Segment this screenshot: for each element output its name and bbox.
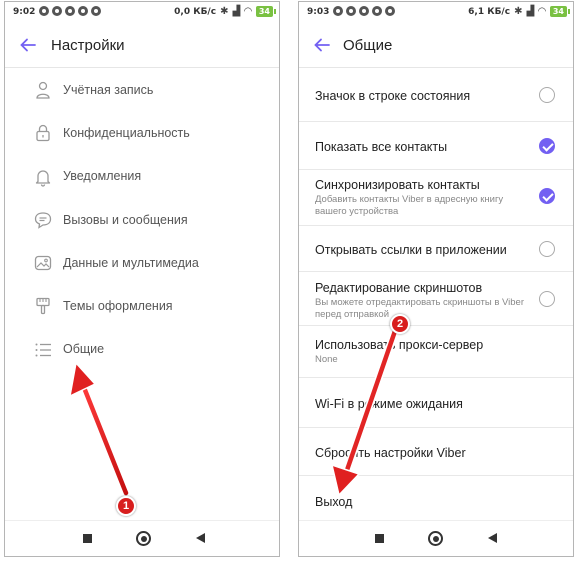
back-arrow-icon[interactable]	[19, 36, 37, 54]
general-settings-screen: 9:03 6,1 КБ/с ✱ ▟ ◠ 34 Общие Значок в ст…	[298, 1, 574, 557]
notification-icon	[346, 6, 356, 16]
android-nav-bar	[299, 520, 573, 556]
page-title: Общие	[343, 37, 393, 54]
setting-screenshot-editing[interactable]: Редактирование скриншотов Вы можете отре…	[299, 272, 573, 326]
home-button[interactable]	[136, 531, 151, 546]
menu-item-label: Конфиденциальность	[63, 125, 190, 140]
image-icon	[34, 256, 52, 271]
recent-apps-button[interactable]	[375, 534, 384, 543]
signal-icon: ▟	[526, 5, 535, 17]
brush-icon	[36, 298, 50, 315]
setting-title: Показать все контакты	[315, 140, 448, 154]
chat-icon	[34, 212, 52, 229]
person-icon	[36, 81, 50, 99]
menu-item-label: Данные и мультимедиа	[63, 255, 199, 270]
lock-icon	[36, 125, 50, 142]
menu-item-themes[interactable]: Темы оформления	[5, 284, 279, 327]
setting-sync-contacts[interactable]: Синхронизировать контакты Добавить конта…	[299, 170, 573, 226]
setting-subtitle: None	[315, 354, 338, 365]
home-button[interactable]	[428, 531, 443, 546]
setting-status-bar-icon[interactable]: Значок в строке состояния	[299, 68, 573, 122]
bluetooth-icon: ✱	[220, 5, 229, 17]
notification-icon	[372, 6, 382, 16]
setting-open-links-in-app[interactable]: Открывать ссылки в приложении	[299, 226, 573, 272]
setting-title: Сбросить настройки Viber	[315, 446, 466, 460]
sync-contacts-toggle[interactable]	[539, 188, 555, 204]
status-time: 9:03	[307, 7, 330, 17]
notification-icon	[359, 6, 369, 16]
setting-title: Выход	[315, 495, 353, 509]
settings-screen: 9:02 0,0 КБ/с ✱ ▟ ◠ 34 Настройки Учётная…	[4, 1, 280, 557]
battery-icon: 34	[255, 6, 277, 17]
notification-icon	[52, 6, 62, 16]
setting-reset-viber[interactable]: Сбросить настройки Viber	[299, 428, 573, 476]
step-badge-2: 2	[390, 314, 410, 334]
open-links-toggle[interactable]	[539, 241, 555, 257]
back-button[interactable]	[196, 533, 205, 543]
wifi-icon: ◠	[244, 5, 252, 17]
bluetooth-icon: ✱	[514, 5, 523, 17]
signal-icon: ▟	[232, 5, 241, 17]
setting-logout[interactable]: Выход	[299, 476, 573, 526]
screenshot-editing-toggle[interactable]	[539, 291, 555, 307]
wifi-icon: ◠	[538, 5, 546, 17]
page-title: Настройки	[51, 37, 125, 54]
step-badge-1: 1	[116, 496, 136, 516]
menu-item-label: Вызовы и сообщения	[63, 212, 188, 227]
setting-wifi-sleep[interactable]: Wi-Fi в режиме ожидания	[299, 378, 573, 428]
setting-subtitle: Вы можете отредактировать скриншоты в Vi…	[315, 297, 525, 320]
back-button[interactable]	[488, 533, 497, 543]
battery-icon: 34	[549, 6, 571, 17]
menu-item-privacy[interactable]: Конфиденциальность	[5, 111, 279, 154]
menu-item-calls-messages[interactable]: Вызовы и сообщения	[5, 198, 279, 241]
setting-subtitle: Добавить контакты Viber в адресную книгу…	[315, 194, 504, 217]
setting-show-all-contacts[interactable]: Показать все контакты	[299, 122, 573, 170]
menu-item-data-media[interactable]: Данные и мультимедиа	[5, 241, 279, 284]
setting-title: Открывать ссылки в приложении	[315, 243, 507, 257]
status-bar: 9:03 6,1 КБ/с ✱ ▟ ◠ 34	[299, 2, 573, 24]
menu-item-label: Уведомления	[63, 169, 142, 184]
menu-item-notifications[interactable]: Уведомления	[5, 155, 279, 198]
status-time: 9:02	[13, 7, 36, 17]
setting-title: Значок в строке состояния	[315, 89, 471, 103]
notification-icon	[385, 6, 395, 16]
setting-title: Использовать прокси-сервер	[315, 338, 484, 352]
menu-item-label: Темы оформления	[63, 299, 173, 314]
app-bar: Общие	[299, 24, 573, 68]
setting-title: Синхронизировать контакты	[315, 178, 480, 192]
setting-title: Редактирование скриншотов	[315, 281, 483, 295]
network-speed: 0,0 КБ/с	[174, 6, 217, 17]
notification-icon	[39, 6, 49, 16]
setting-title: Wi-Fi в режиме ожидания	[315, 397, 463, 411]
menu-item-account[interactable]: Учётная запись	[5, 68, 279, 111]
app-bar: Настройки	[5, 24, 279, 68]
network-speed: 6,1 КБ/с	[468, 6, 511, 17]
notification-icons	[333, 6, 395, 16]
menu-item-label: Учётная запись	[63, 82, 154, 97]
menu-item-label: Общие	[63, 342, 105, 357]
list-icon	[35, 343, 51, 357]
show-all-contacts-toggle[interactable]	[539, 138, 555, 154]
status-bar: 9:02 0,0 КБ/с ✱ ▟ ◠ 34	[5, 2, 279, 24]
notification-icons	[39, 6, 101, 16]
general-settings-list: Значок в строке состояния Показать все к…	[299, 68, 573, 526]
android-nav-bar	[5, 520, 279, 556]
notification-icon	[65, 6, 75, 16]
menu-item-general[interactable]: Общие	[5, 328, 279, 371]
notification-icon	[333, 6, 343, 16]
back-arrow-icon[interactable]	[313, 36, 331, 54]
setting-use-proxy[interactable]: Использовать прокси-сервер None	[299, 326, 573, 378]
notification-icon	[78, 6, 88, 16]
status-bar-icon-toggle[interactable]	[539, 87, 555, 103]
recent-apps-button[interactable]	[83, 534, 92, 543]
notification-icon	[91, 6, 101, 16]
bell-icon	[35, 170, 51, 187]
settings-menu: Учётная запись Конфиденциальность Уведом…	[5, 68, 279, 371]
